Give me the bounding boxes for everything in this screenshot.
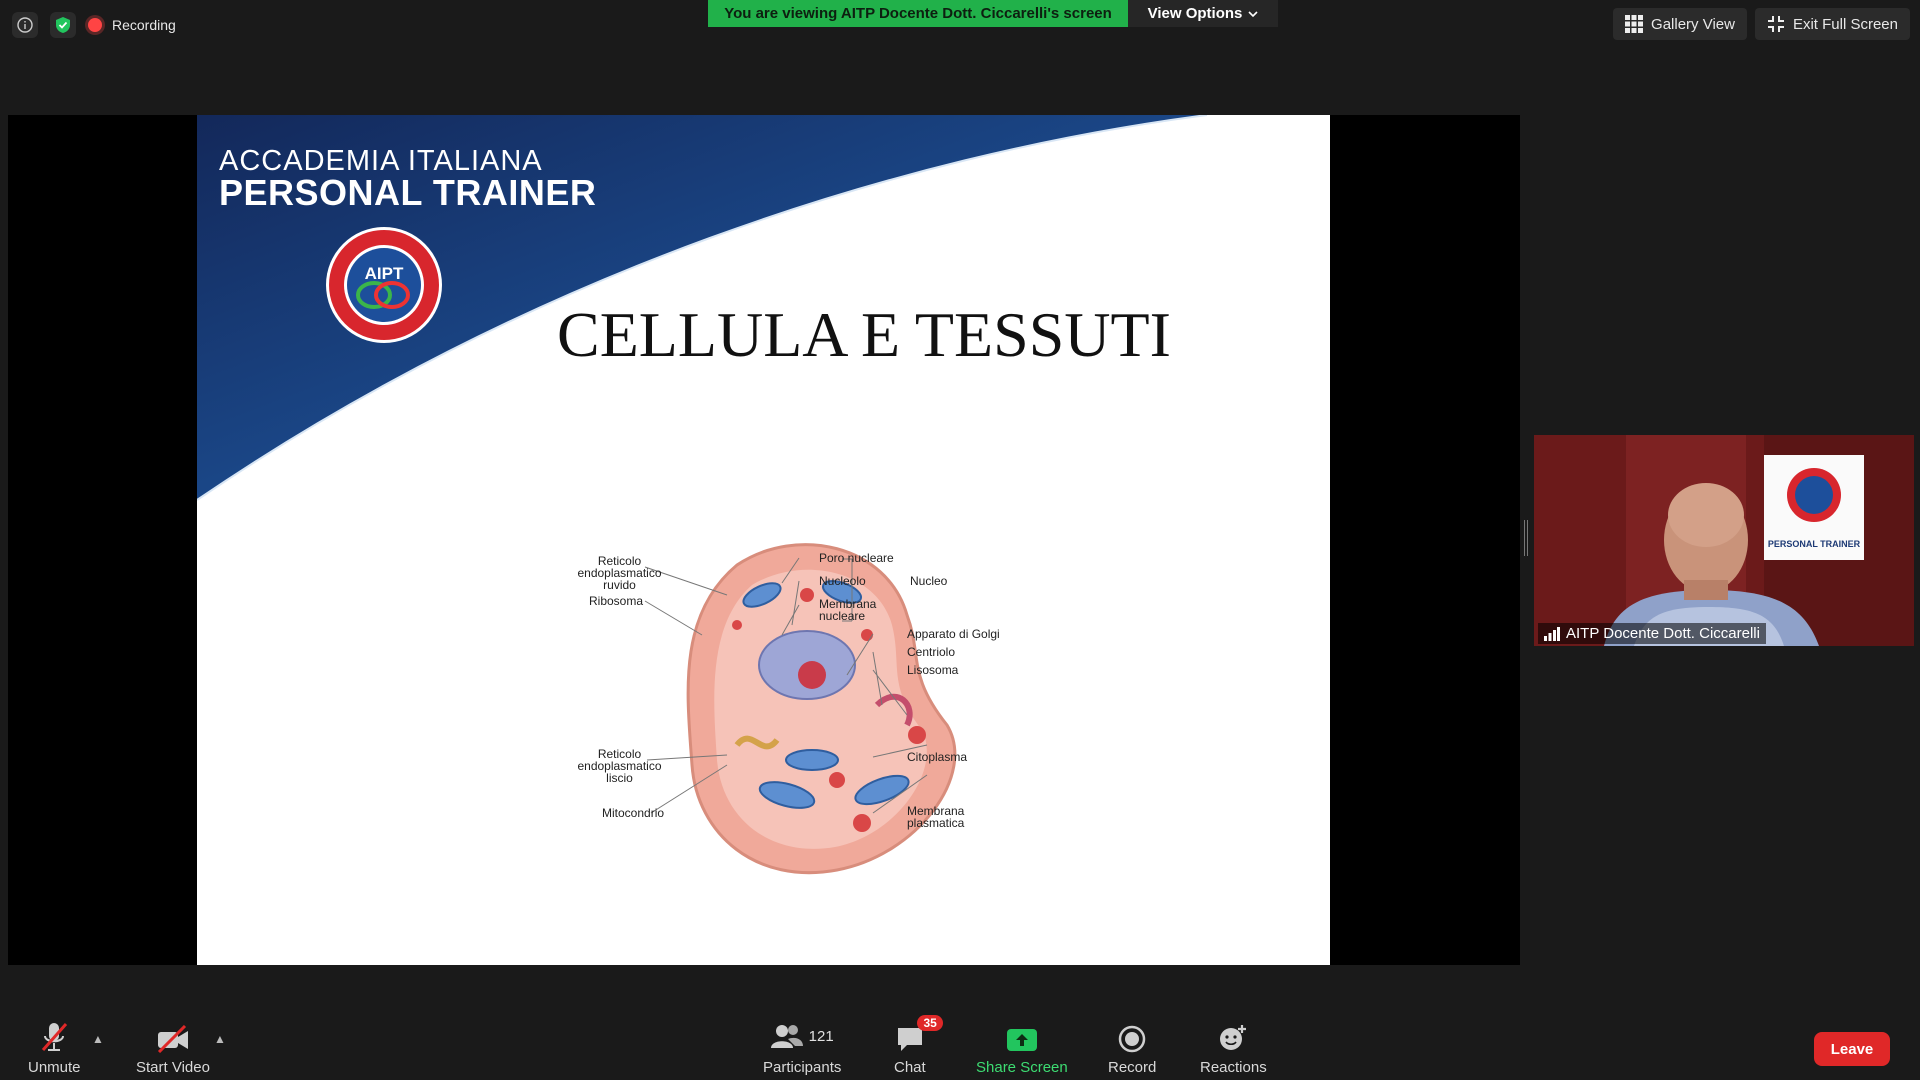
presentation-slide: ACCADEMIA ITALIANA PERSONAL TRAINER AIPT… xyxy=(197,115,1330,965)
audio-options-caret[interactable]: ▲ xyxy=(92,1032,104,1046)
label-nucleo: Nucleo xyxy=(910,574,948,588)
recording-dot-icon xyxy=(88,18,102,32)
poster-text: PERSONAL TRAINER xyxy=(1768,539,1861,549)
signal-bars-icon xyxy=(1544,626,1560,641)
participants-label: Participants xyxy=(763,1059,842,1076)
participant-video-tile[interactable]: PERSONAL TRAINER AITP Docente Dott. Cicc… xyxy=(1534,435,1914,646)
shield-check-icon xyxy=(56,17,70,33)
grid-icon xyxy=(1625,15,1644,33)
recording-indicator[interactable]: Recording xyxy=(88,17,176,33)
label-mitocondrio: Mitocondrio xyxy=(602,806,665,820)
cell-diagram: Reticolo endoplasmatico ruvido Ribosoma … xyxy=(577,525,1097,885)
panel-splitter-handle[interactable] xyxy=(1524,520,1528,556)
label-lisosoma: Lisosoma xyxy=(907,663,959,677)
start-video-button[interactable]: Start Video xyxy=(136,1019,210,1076)
label-reticolo-ruvido: Reticolo endoplasmatico ruvido xyxy=(577,554,662,592)
label-golgi: Apparato di Golgi xyxy=(907,627,1000,641)
participant-video-feed: PERSONAL TRAINER xyxy=(1534,435,1914,646)
gallery-view-button[interactable]: Gallery View xyxy=(1613,8,1747,40)
record-label: Record xyxy=(1108,1059,1157,1076)
reactions-button[interactable]: Reactions xyxy=(1200,1019,1267,1076)
label-citoplasma: Citoplasma xyxy=(907,750,968,764)
leave-button[interactable]: Leave xyxy=(1814,1032,1890,1066)
chat-button[interactable]: 35 Chat xyxy=(894,1015,943,1076)
participants-button[interactable]: 121 Participants xyxy=(763,1019,841,1076)
view-options-button[interactable]: View Options xyxy=(1128,0,1278,27)
slide-title: CELLULA E TESSUTI xyxy=(557,299,1171,370)
video-options-caret[interactable]: ▲ xyxy=(214,1032,226,1046)
chat-label: Chat xyxy=(894,1059,926,1076)
slide-brand-line2: PERSONAL TRAINER xyxy=(219,172,597,213)
top-left-controls: Recording xyxy=(12,12,176,38)
video-camera-off-icon xyxy=(157,1025,188,1053)
logo-text: AIPT xyxy=(365,264,404,283)
record-icon xyxy=(1118,1025,1146,1053)
record-button[interactable]: Record xyxy=(1108,1019,1156,1076)
recording-label: Recording xyxy=(112,17,176,33)
start-video-label: Start Video xyxy=(136,1059,210,1076)
meeting-toolbar: Unmute ▲ Start Video ▲ 121 Participants … xyxy=(0,980,1920,1080)
exit-fullscreen-icon xyxy=(1767,16,1784,32)
exit-full-screen-button[interactable]: Exit Full Screen xyxy=(1754,8,1910,40)
view-options-label: View Options xyxy=(1147,5,1243,22)
unmute-button[interactable]: Unmute xyxy=(28,1019,81,1076)
participant-name-label: AITP Docente Dott. Ciccarelli xyxy=(1538,623,1766,644)
chevron-down-icon xyxy=(1248,10,1258,17)
label-centriolo: Centriolo xyxy=(907,645,956,659)
reactions-label: Reactions xyxy=(1200,1059,1267,1076)
info-icon xyxy=(17,17,33,33)
screen-share-banner: You are viewing AITP Docente Dott. Cicca… xyxy=(708,0,1128,27)
smiley-plus-icon xyxy=(1220,1025,1247,1050)
share-screen-arrow-icon xyxy=(1006,1029,1037,1051)
label-poro-nucleare: Poro nucleare xyxy=(819,551,894,565)
participants-icon xyxy=(770,1025,803,1048)
shared-screen-area[interactable]: ACCADEMIA ITALIANA PERSONAL TRAINER AIPT… xyxy=(8,115,1520,965)
zoom-window: Recording You are viewing AITP Docente D… xyxy=(0,0,1920,1080)
exit-full-screen-label: Exit Full Screen xyxy=(1792,15,1898,33)
label-membrana-nucleare: Membrana nucleare xyxy=(819,597,877,623)
meeting-info-button[interactable] xyxy=(12,12,38,38)
label-ribosoma: Ribosoma xyxy=(589,594,644,608)
top-right-controls: Gallery View Exit Full Screen xyxy=(1613,8,1910,40)
participant-name: AITP Docente Dott. Ciccarelli xyxy=(1566,625,1760,642)
label-reticolo-liscio: Reticolo endoplasmatico liscio xyxy=(577,747,662,785)
label-membrana-plasmatica: Membrana plasmatica xyxy=(907,804,965,830)
gallery-view-label: Gallery View xyxy=(1651,15,1735,33)
participants-count: 121 xyxy=(808,1027,834,1045)
unmute-label: Unmute xyxy=(28,1059,81,1076)
label-nucleolo: Nucleolo xyxy=(819,574,866,588)
chat-unread-badge: 35 xyxy=(917,1015,943,1031)
share-screen-label: Share Screen xyxy=(976,1059,1068,1076)
share-screen-button[interactable]: Share Screen xyxy=(976,1019,1068,1076)
microphone-muted-icon xyxy=(42,1023,68,1051)
encryption-button[interactable] xyxy=(50,12,76,38)
